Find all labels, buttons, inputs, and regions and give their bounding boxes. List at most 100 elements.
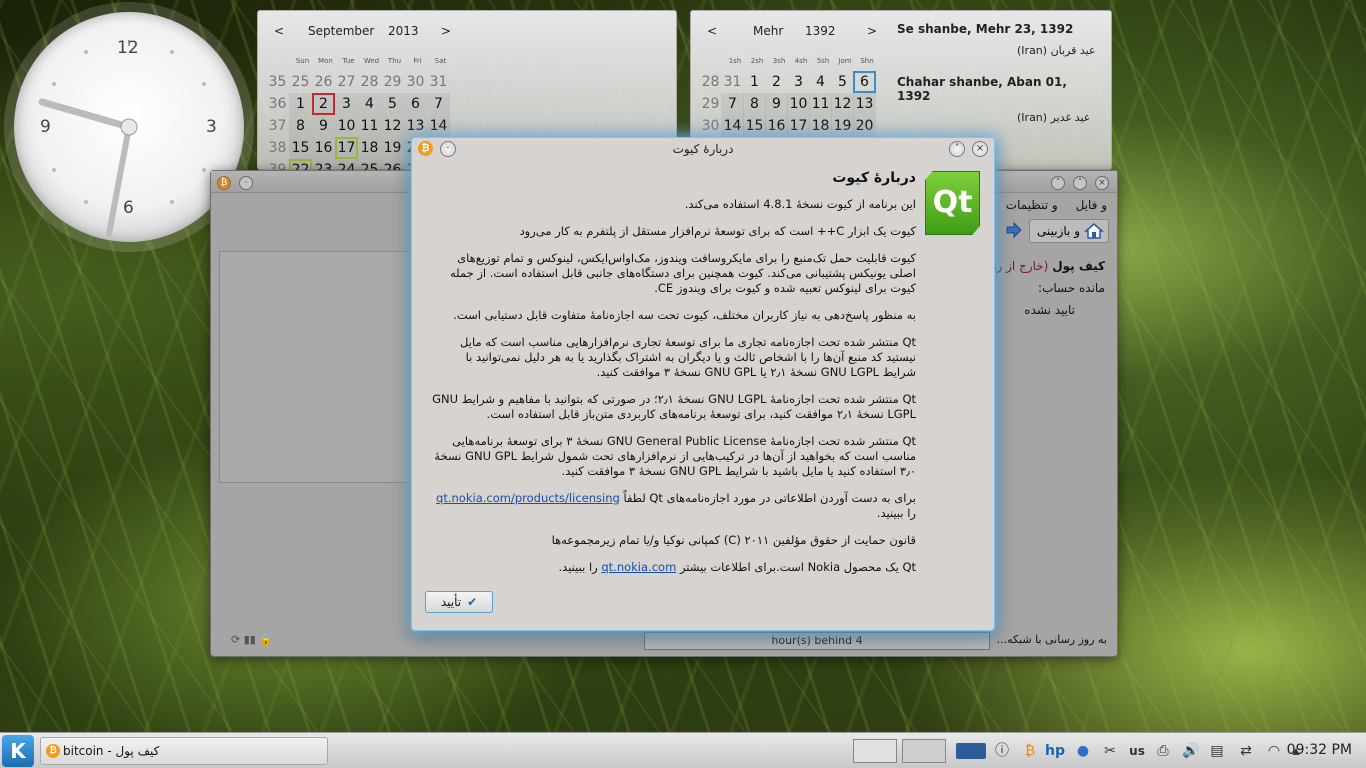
week-number: 28 (701, 74, 720, 90)
calendar-day[interactable]: 11 (358, 115, 381, 137)
calendar-day[interactable]: 14 (427, 115, 450, 137)
weekday-label: 2sh (750, 57, 764, 65)
calendar-day[interactable]: 16 (312, 137, 335, 159)
calendar-day[interactable]: 5 (831, 71, 854, 93)
calendar-day[interactable]: 3 (335, 93, 358, 115)
clock-numeral-12: 12 (117, 38, 139, 58)
calendar-day[interactable]: 13 (853, 93, 876, 115)
hp-icon[interactable]: hp (1045, 741, 1065, 761)
clipboard-icon[interactable]: ▤ (1207, 741, 1227, 761)
calendar-day[interactable]: 30 (404, 71, 427, 93)
wifi-icon[interactable]: ◠ (1264, 741, 1284, 761)
event-item[interactable]: عيد غدير (Iran) (1017, 111, 1102, 124)
calendar-day[interactable]: 29 (381, 71, 404, 93)
calendar-day[interactable]: 18 (358, 137, 381, 159)
calendar-day[interactable]: 17 (335, 137, 358, 159)
calendar-day[interactable]: 1 (289, 93, 312, 115)
close-button[interactable]: × (972, 141, 988, 157)
window-menu-button[interactable]: · (239, 176, 253, 190)
taskbar: K ₿ bitcoin - کیف پول ⓘ ₿ hp ● ✂ us ⎙ 🔊 … (0, 732, 1366, 768)
calendar-day[interactable]: 12 (831, 93, 854, 115)
calendar-day[interactable]: 9 (765, 93, 788, 115)
year-label[interactable]: 1392 (805, 24, 836, 38)
network-icon[interactable]: ⇄ (1236, 741, 1256, 761)
calendar-day[interactable]: 5 (381, 93, 404, 115)
event-item[interactable]: عيد قربان (Iran) (1017, 44, 1102, 57)
calendar-day[interactable]: 20 (853, 115, 876, 137)
calendar-day[interactable]: 6 (404, 93, 427, 115)
calendar-day[interactable]: 19 (831, 115, 854, 137)
menu-file[interactable]: و فایل (1076, 198, 1107, 212)
licensing-link[interactable]: qt.nokia.com/products/licensing (436, 491, 620, 505)
weekday-label: Jom (838, 57, 852, 65)
printer-icon[interactable]: ⎙ (1153, 741, 1173, 761)
calendar-day[interactable]: 8 (289, 115, 312, 137)
desktop-pager-1[interactable] (853, 739, 897, 763)
overview-tab-button[interactable]: و بازبینی (1029, 219, 1109, 243)
calendar-day[interactable]: 4 (809, 71, 832, 93)
calendar-day[interactable]: 15 (743, 115, 766, 137)
dialog-title[interactable]: دربارهٔ کیوت (412, 138, 994, 160)
calendar-day[interactable]: 25 (289, 71, 312, 93)
month-label[interactable]: September (308, 24, 374, 38)
taskbar-task-bitcoin[interactable]: ₿ bitcoin - کیف پول (40, 737, 328, 765)
info-icon[interactable]: ⓘ (992, 741, 1012, 761)
minimize-button[interactable]: ˅ (949, 141, 965, 157)
year-label[interactable]: 2013 (388, 24, 419, 38)
calendar-day[interactable]: 11 (809, 93, 832, 115)
prev-month-button[interactable]: < (707, 24, 717, 38)
calendar-day[interactable]: 6 (853, 71, 876, 93)
ok-button[interactable]: تأیید ✔ (425, 591, 493, 613)
calendar-day[interactable]: 10 (335, 115, 358, 137)
calendar-day[interactable]: 9 (312, 115, 335, 137)
weekday-label: 3sh (772, 57, 786, 65)
calendar-day[interactable]: 18 (809, 115, 832, 137)
keyboard-layout-indicator[interactable]: us (1127, 741, 1147, 761)
about-content: دربارهٔ کیوت این برنامه از کیوت نسخهٔ 4.… (432, 171, 916, 587)
calendar-day[interactable]: 13 (404, 115, 427, 137)
calendar-day[interactable]: 15 (289, 137, 312, 159)
calendar-day[interactable]: 1 (743, 71, 766, 93)
taskbar-clock[interactable]: 09:32 PM (1287, 742, 1352, 758)
network-globe-icon[interactable]: ● (1073, 741, 1093, 761)
send-arrow-icon[interactable] (1005, 221, 1023, 239)
calendar-day[interactable]: 31 (427, 71, 450, 93)
overview-tab-label: و بازبینی (1037, 224, 1080, 238)
calendar-day[interactable]: 31 (721, 71, 744, 93)
calendar-day[interactable]: 10 (787, 93, 810, 115)
calendar-day[interactable]: 16 (765, 115, 788, 137)
calendar-day[interactable]: 8 (743, 93, 766, 115)
about-paragraph: برای به دست آوردن اطلاعاتی در مورد اجازه… (432, 491, 916, 521)
calendar-day[interactable]: 12 (381, 115, 404, 137)
calendar-day[interactable]: 2 (765, 71, 788, 93)
next-month-button[interactable]: > (441, 24, 451, 38)
calendar-day[interactable]: 28 (358, 71, 381, 93)
scissors-icon[interactable]: ✂ (1100, 741, 1120, 761)
menu-settings[interactable]: و تنظیمات (1006, 198, 1058, 212)
bitcoin-tray-icon[interactable]: ₿ (1020, 741, 1040, 761)
calendar-day[interactable]: 7 (427, 93, 450, 115)
kde-menu-button[interactable]: K (2, 735, 34, 767)
calendar-day[interactable]: 27 (335, 71, 358, 93)
calendar-day[interactable]: 2 (312, 93, 335, 115)
home-icon (1084, 223, 1104, 239)
calendar-day[interactable]: 7 (721, 93, 744, 115)
calendar-day[interactable]: 17 (787, 115, 810, 137)
next-month-button[interactable]: > (867, 24, 877, 38)
week-number: 38 (268, 140, 287, 156)
minimize-button[interactable]: ˅ (1051, 176, 1065, 190)
connections-icon: ▮▮ (243, 633, 256, 646)
calendar-day[interactable]: 26 (312, 71, 335, 93)
calendar-day[interactable]: 14 (721, 115, 744, 137)
nokia-link[interactable]: qt.nokia.com (601, 560, 676, 574)
close-button[interactable]: × (1095, 176, 1109, 190)
calendar-day[interactable]: 4 (358, 93, 381, 115)
calendar-day[interactable]: 3 (787, 71, 810, 93)
maximize-button[interactable]: ˄ (1073, 176, 1087, 190)
prev-month-button[interactable]: < (274, 24, 284, 38)
calendar-day[interactable]: 19 (381, 137, 404, 159)
screen-icon[interactable] (956, 743, 986, 759)
desktop-pager-2[interactable] (902, 739, 946, 763)
volume-icon[interactable]: 🔊 (1181, 741, 1201, 761)
month-label[interactable]: Mehr (753, 24, 783, 38)
